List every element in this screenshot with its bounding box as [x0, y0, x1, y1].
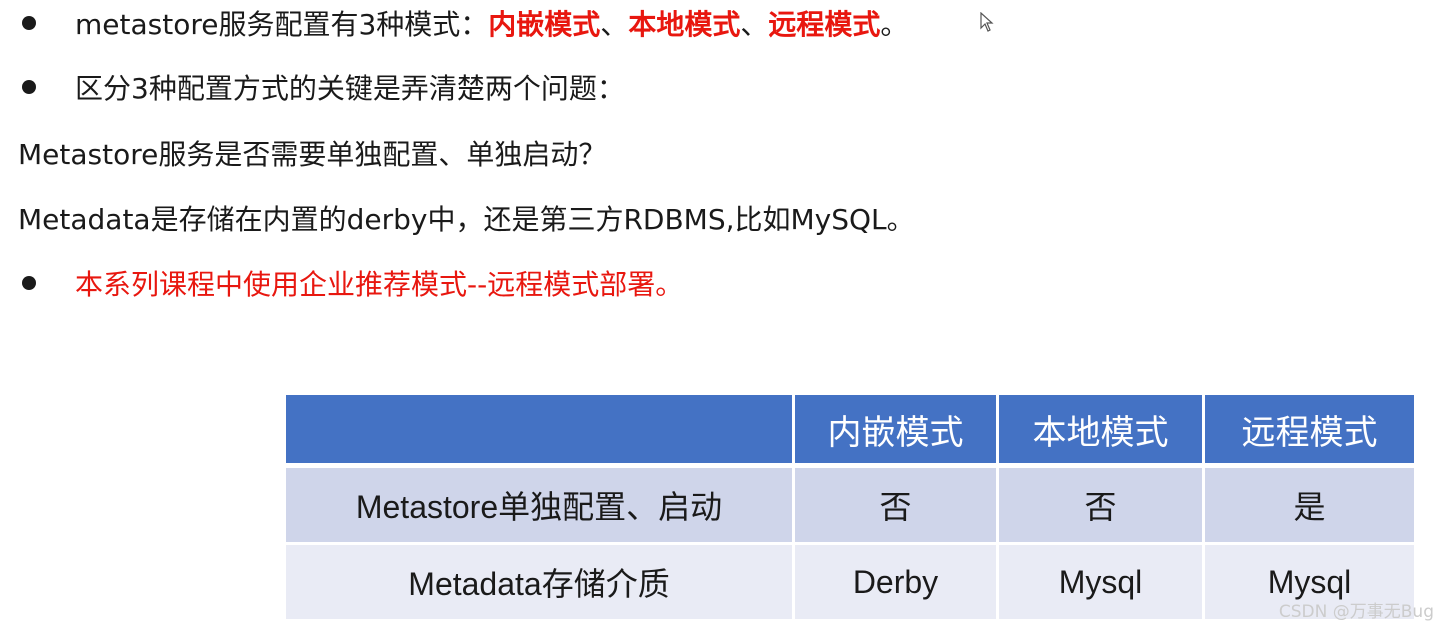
table-header-local: 本地模式: [999, 395, 1205, 468]
mode-local: 本地模式: [628, 8, 741, 41]
bullet-line-modes: metastore服务配置有3种模式：内嵌模式、本地模式、远程模式。: [0, 0, 1450, 48]
modes-prefix: metastore服务配置有3种模式：: [75, 8, 489, 41]
bullet-icon: [22, 16, 36, 30]
table-cell: 否: [795, 468, 999, 545]
modes-sentence: metastore服务配置有3种模式：内嵌模式、本地模式、远程模式。: [75, 3, 908, 43]
table-cell: Mysql: [999, 545, 1205, 622]
bullet-line-key-questions: 区分3种配置方式的关键是弄清楚两个问题：: [0, 62, 1450, 112]
table-cell: 否: [999, 468, 1205, 545]
table-row: Metastore单独配置、启动 否 否 是: [286, 468, 1414, 545]
question-1-text: Metastore服务是否需要单独配置、单独启动？: [18, 138, 607, 171]
mode-embedded: 内嵌模式: [488, 8, 601, 41]
metastore-modes-table: 内嵌模式 本地模式 远程模式 Metastore单独配置、启动 否 否 是 Me…: [286, 395, 1414, 622]
table-cell-label: Metastore单独配置、启动: [286, 468, 795, 545]
table-header-remote: 远程模式: [1205, 395, 1414, 468]
table-header-row: 内嵌模式 本地模式 远程模式: [286, 395, 1414, 468]
bullet-line-recommendation: 本系列课程中使用企业推荐模式--远程模式部署。: [0, 258, 1450, 308]
csdn-watermark: CSDN @万事无Bug: [1278, 602, 1434, 622]
table-cell-label: Metadata存储介质: [286, 545, 795, 622]
table-row: Metadata存储介质 Derby Mysql Mysql: [286, 545, 1414, 622]
mode-sep-1: 、: [600, 8, 629, 41]
table-header-embedded: 内嵌模式: [795, 395, 999, 468]
bullet-icon: [22, 80, 36, 94]
question-line-2: Metadata是存储在内置的derby中，还是第三方RDBMS,比如MySQL…: [0, 193, 1450, 243]
table-cell: 是: [1205, 468, 1414, 545]
table-header-blank: [286, 395, 795, 468]
modes-suffix: 。: [880, 8, 909, 41]
bullet-icon: [22, 276, 36, 290]
mode-remote: 远程模式: [768, 8, 881, 41]
question-line-1: Metastore服务是否需要单独配置、单独启动？: [0, 128, 1450, 178]
key-questions-text: 区分3种配置方式的关键是弄清楚两个问题：: [75, 72, 625, 105]
table-cell: Derby: [795, 545, 999, 622]
recommendation-text: 本系列课程中使用企业推荐模式--远程模式部署。: [75, 268, 684, 301]
mouse-cursor-icon: [980, 12, 994, 32]
mode-sep-2: 、: [740, 8, 769, 41]
question-2-text: Metadata是存储在内置的derby中，还是第三方RDBMS,比如MySQL…: [18, 203, 915, 236]
